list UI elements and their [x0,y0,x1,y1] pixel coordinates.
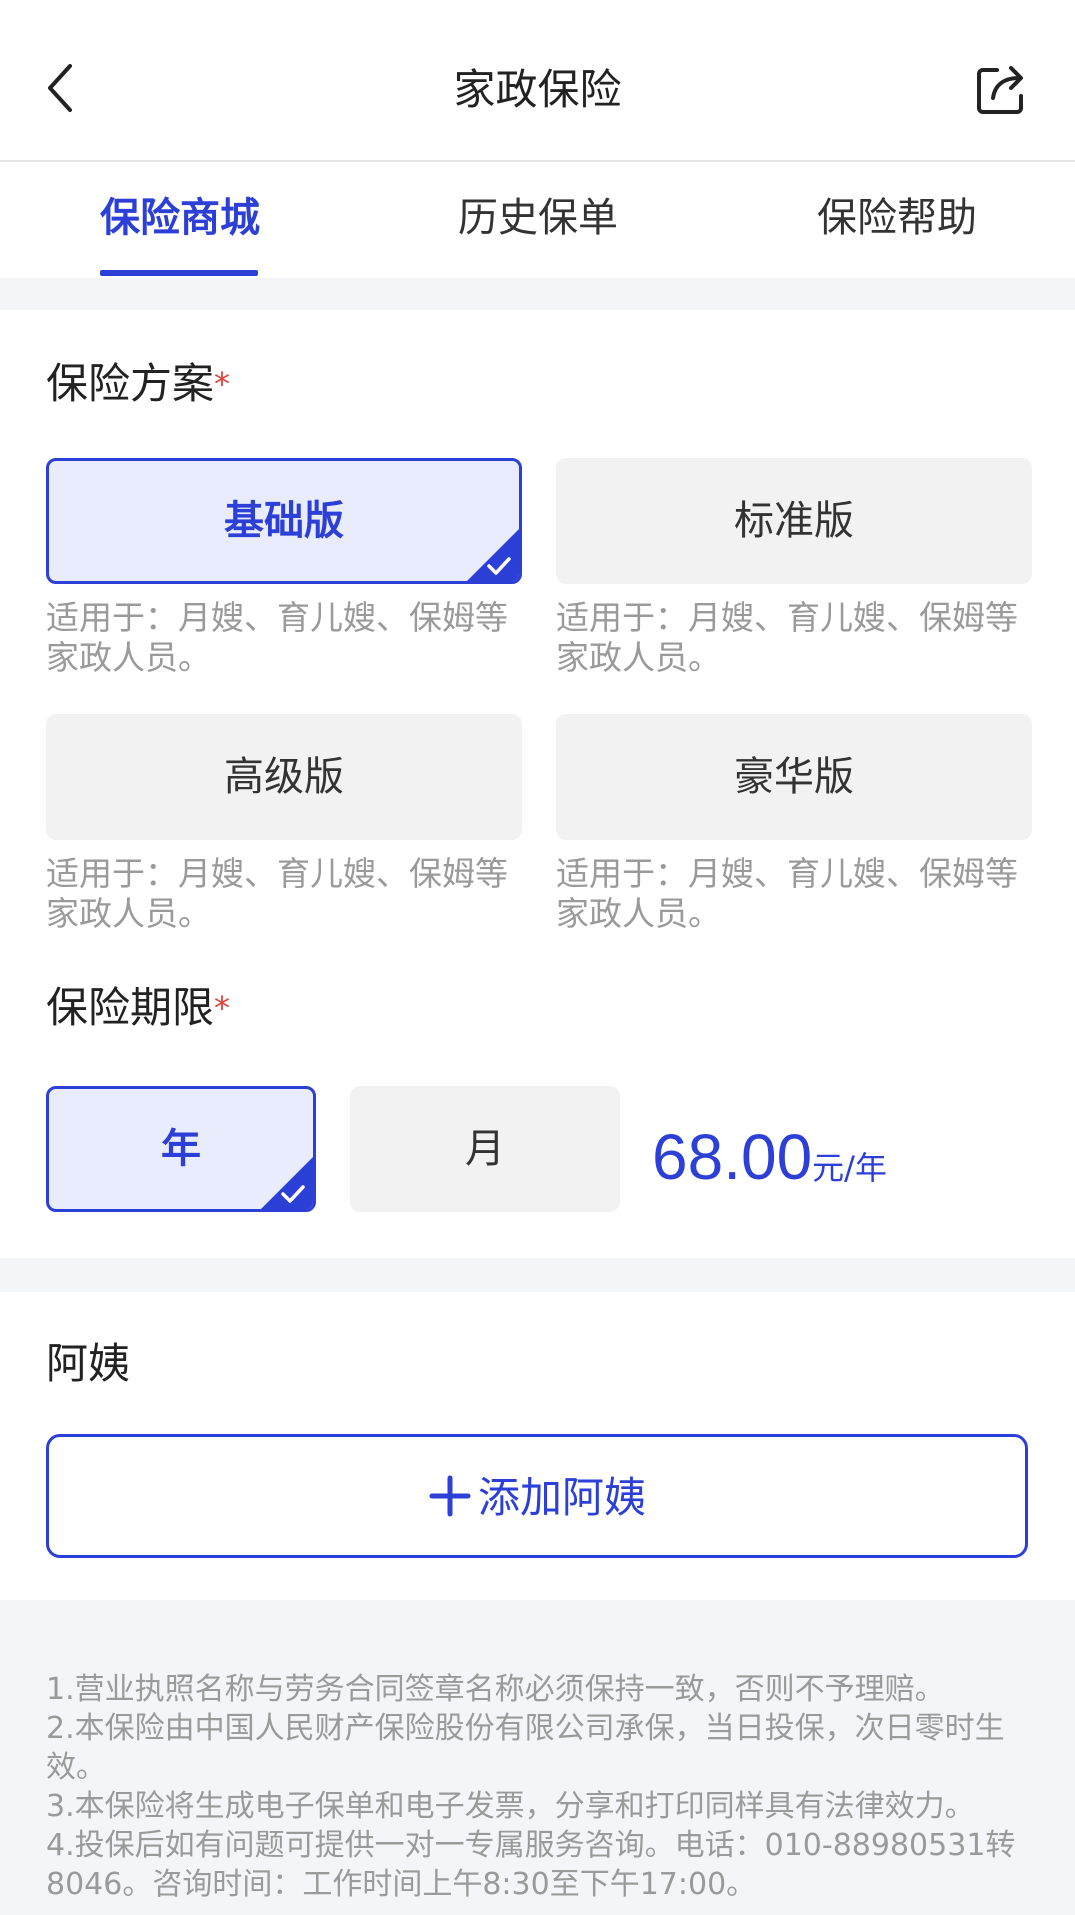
term-option-year[interactable]: 年 [46,1086,316,1212]
price-display: 68.00元/年 [652,1120,887,1194]
page-title: 家政保险 [453,65,622,114]
section-divider [0,278,1075,310]
price-value: 68.00 [652,1121,813,1193]
tab-insurance-help[interactable]: 保险帮助 [817,190,977,246]
price-unit: 元/年 [812,1149,887,1187]
plan-option-deluxe[interactable]: 豪华版 [556,714,1032,840]
required-mark: * [214,365,231,403]
add-aunt-content: 添加阿姨 [49,1470,1025,1526]
note-item: 4.投保后如有问题可提供一对一专属服务咨询。电话：010-88980531转80… [46,1828,1016,1902]
plan-option-label: 标准版 [734,498,854,544]
tab-bar: 保险商城 历史保单 保险帮助 [0,164,1075,278]
term-option-label: 年 [161,1126,201,1172]
plan-option-label: 豪华版 [734,754,854,800]
note-item: 3.本保险将生成电子保单和电子发票，分享和打印同样具有法律效力。 [46,1789,975,1824]
share-icon [977,66,1023,114]
active-tab-indicator [100,270,258,276]
add-aunt-button[interactable]: 添加阿姨 [46,1434,1028,1558]
term-section-title: 保险期限* [46,983,231,1032]
plan-description: 适用于：月嫂、育儿嫂、保姆等家政人员。 [46,854,508,933]
plan-option-standard[interactable]: 标准版 [556,458,1032,584]
section-divider [0,1258,1075,1292]
plan-section-title: 保险方案* [46,359,231,408]
plan-description: 适用于：月嫂、育儿嫂、保姆等家政人员。 [556,598,1018,677]
share-button[interactable] [971,60,1031,120]
term-option-month[interactable]: 月 [350,1086,620,1212]
plan-option-label: 高级版 [224,754,344,800]
tab-insurance-mall[interactable]: 保险商城 [100,190,260,246]
tab-policy-history[interactable]: 历史保单 [458,190,618,246]
note-item: 2.本保险由中国人民财产保险股份有限公司承保，当日投保，次日零时生效。 [46,1711,1005,1785]
notes-panel: 1.营业执照名称与劳务合同签章名称必须保持一致，否则不予理赔。 2.本保险由中国… [0,1600,1075,1915]
note-item: 1.营业执照名称与劳务合同签章名称必须保持一致，否则不予理赔。 [46,1672,945,1707]
required-mark: * [214,989,231,1027]
check-icon [487,557,511,575]
aunt-section-title: 阿姨 [46,1339,131,1388]
plan-description: 适用于：月嫂、育儿嫂、保姆等家政人员。 [46,598,508,677]
notes-list: 1.营业执照名称与劳务合同签章名称必须保持一致，否则不予理赔。 2.本保险由中国… [46,1670,1036,1904]
plan-option-label: 基础版 [224,498,344,544]
term-option-label: 月 [465,1126,505,1172]
plan-description: 适用于：月嫂、育儿嫂、保姆等家政人员。 [556,854,1018,933]
check-icon [281,1185,305,1203]
plan-option-advanced[interactable]: 高级版 [46,714,522,840]
plus-icon [429,1475,471,1517]
add-aunt-label: 添加阿姨 [477,1473,646,1522]
navbar: 家政保险 [0,0,1075,162]
plan-option-basic[interactable]: 基础版 [46,458,522,584]
